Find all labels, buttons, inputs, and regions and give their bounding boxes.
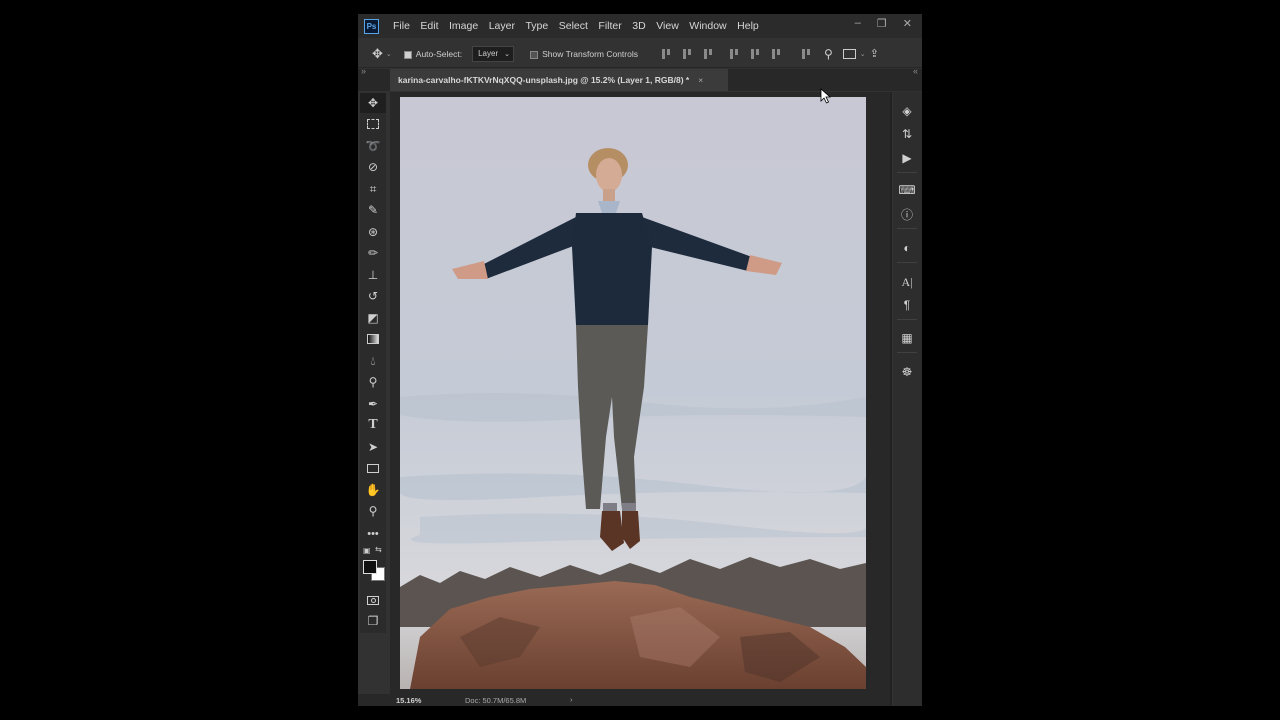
levitating-man-photo: [400, 97, 866, 689]
pen-tool-icon[interactable]: ✒: [360, 394, 386, 414]
character-panel-icon[interactable]: A|: [896, 272, 918, 292]
distribute-icon[interactable]: [800, 48, 812, 60]
properties-panel-icon[interactable]: ☸: [896, 362, 918, 382]
menu-layer[interactable]: Layer: [489, 20, 515, 32]
tools-panel: ✥ ➰ ⊘ ⌗ ✎ ⊛ ✏ ⊥ ↺ ◩ 💧︎ ⚲ ✒ T ➤ ✋ ⚲ ••• ▣…: [360, 93, 386, 633]
clone-stamp-tool-icon[interactable]: ⊥: [360, 265, 386, 285]
spot-healing-brush-tool-icon[interactable]: ⊛: [360, 222, 386, 242]
eyedropper-tool-icon[interactable]: ✎: [360, 200, 386, 220]
options-bar: ✥ ⌄ Auto-Select: Layer ⌄ Show Transform …: [358, 40, 922, 68]
eraser-tool-icon[interactable]: ◩: [360, 308, 386, 328]
move-tool-preset-icon[interactable]: ✥: [372, 46, 383, 62]
quick-selection-tool-icon[interactable]: ⊘: [360, 157, 386, 177]
color-panel-icon[interactable]: ◐: [896, 238, 918, 258]
document-tab-bar: » karina-carvalho-fKTKVrNqXQQ-unsplash.j…: [358, 66, 922, 91]
chevron-down-icon: ⌄: [504, 50, 510, 58]
mouse-cursor-icon: [820, 88, 832, 104]
menu-filter[interactable]: Filter: [598, 20, 621, 32]
dodge-tool-icon[interactable]: ⚲: [360, 372, 386, 392]
auto-select-checkbox[interactable]: [403, 50, 412, 59]
menu-type[interactable]: Type: [525, 20, 548, 32]
menu-file[interactable]: File: [393, 20, 410, 32]
info-panel-icon[interactable]: ⓘ: [896, 204, 918, 224]
panel-separator: [897, 319, 917, 320]
lasso-tool-icon[interactable]: ➰: [360, 136, 386, 156]
screen-mode-icon[interactable]: ❐: [360, 611, 386, 631]
brush-tool-icon[interactable]: ✏: [360, 243, 386, 263]
panel-divider[interactable]: [890, 92, 892, 706]
auto-select-target-dropdown[interactable]: Layer ⌄: [472, 45, 515, 62]
document-image[interactable]: [400, 97, 866, 689]
align-horizontal-centers-icon[interactable]: [749, 48, 761, 60]
rectangular-marquee-tool-icon[interactable]: [360, 114, 386, 134]
auto-select-target-value: Layer: [478, 49, 499, 58]
foreground-color-swatch[interactable]: [363, 560, 377, 574]
actions-panel-icon[interactable]: ▶: [896, 148, 918, 168]
show-transform-controls-label: Show Transform Controls: [542, 48, 638, 59]
align-top-edges-icon[interactable]: [660, 48, 672, 60]
menu-image[interactable]: Image: [449, 20, 478, 32]
align-right-edges-icon[interactable]: [770, 48, 782, 60]
move-tool-icon[interactable]: ✥: [360, 93, 386, 113]
hand-tool-icon[interactable]: ✋: [360, 480, 386, 500]
swap-colors-icon[interactable]: ⇆: [375, 545, 382, 554]
libraries-panel-icon[interactable]: ⌨: [896, 180, 918, 200]
menu-select[interactable]: Select: [559, 20, 588, 32]
collapse-toolbar-icon[interactable]: »: [361, 66, 366, 76]
type-tool-icon[interactable]: T: [360, 415, 386, 435]
close-window-button[interactable]: ✕: [903, 17, 912, 30]
photoshop-logo-icon: Ps: [364, 18, 379, 34]
paragraph-panel-icon[interactable]: ¶: [896, 295, 918, 315]
crop-tool-icon[interactable]: ⌗: [360, 179, 386, 199]
blur-tool-icon[interactable]: 💧︎: [360, 351, 386, 371]
more-tools-icon[interactable]: •••: [360, 524, 386, 544]
align-left-edges-icon[interactable]: [728, 48, 740, 60]
show-transform-controls-checkbox[interactable]: [530, 50, 539, 59]
panel-separator: [897, 228, 917, 229]
swatches-panel-icon[interactable]: ▦: [896, 328, 918, 348]
zoom-tool-icon[interactable]: ⚲: [360, 501, 386, 521]
search-icon[interactable]: ⚲: [824, 47, 833, 61]
preset-dropdown-arrow[interactable]: ⌄: [386, 50, 392, 58]
menu-window[interactable]: Window: [689, 20, 726, 32]
restore-button[interactable]: ❐: [877, 17, 887, 30]
layers-panel-icon[interactable]: ◈: [896, 101, 918, 121]
path-selection-tool-icon[interactable]: ➤: [360, 437, 386, 457]
window-controls: – ❐ ✕: [855, 14, 912, 32]
share-icon[interactable]: ⇪: [870, 47, 879, 60]
align-buttons-group: [660, 48, 822, 60]
rectangle-tool-icon[interactable]: [360, 458, 386, 478]
document-tab[interactable]: karina-carvalho-fKTKVrNqXQQ-unsplash.jpg…: [390, 69, 728, 91]
default-colors-icon[interactable]: ▣: [363, 546, 371, 555]
menu-view[interactable]: View: [656, 20, 679, 32]
adjustments-panel-icon[interactable]: ⇅: [896, 124, 918, 144]
minimize-button[interactable]: –: [855, 17, 861, 29]
document-size: Doc: 50.7M/65.8M: [465, 696, 527, 705]
align-bottom-edges-icon[interactable]: [702, 48, 714, 60]
menu-3d[interactable]: 3D: [632, 20, 645, 32]
photoshop-window: Ps File Edit Image Layer Type Select Fil…: [358, 14, 922, 706]
close-tab-icon[interactable]: ×: [698, 75, 703, 85]
auto-select-label: Auto-Select:: [415, 48, 463, 59]
menu-bar: Ps File Edit Image Layer Type Select Fil…: [358, 14, 922, 38]
menu-edit[interactable]: Edit: [420, 20, 438, 32]
gradient-tool-icon[interactable]: [360, 329, 386, 349]
canvas-area[interactable]: [390, 92, 890, 694]
workspace-dropdown-arrow[interactable]: ⌄: [860, 50, 866, 58]
align-vertical-centers-icon[interactable]: [681, 48, 693, 60]
menu-help[interactable]: Help: [737, 20, 759, 32]
panel-separator: [897, 352, 917, 353]
collapse-panels-icon[interactable]: «: [913, 66, 918, 76]
quick-mask-icon[interactable]: [360, 590, 386, 610]
status-menu-arrow-icon[interactable]: ›: [570, 695, 573, 704]
workspace-icon[interactable]: [842, 48, 856, 59]
history-brush-tool-icon[interactable]: ↺: [360, 286, 386, 306]
collapsed-panels-dock: ◈ ⇅ ▶ ⌨ ⓘ ◐ A| ¶ ▦ ☸: [893, 92, 922, 706]
document-tab-title: karina-carvalho-fKTKVrNqXQQ-unsplash.jpg…: [398, 75, 690, 85]
panel-separator: [897, 262, 917, 263]
status-bar: 15.16% Doc: 50.7M/65.8M ›: [358, 694, 890, 706]
panel-separator: [897, 172, 917, 173]
zoom-level[interactable]: 15.16%: [396, 696, 421, 705]
